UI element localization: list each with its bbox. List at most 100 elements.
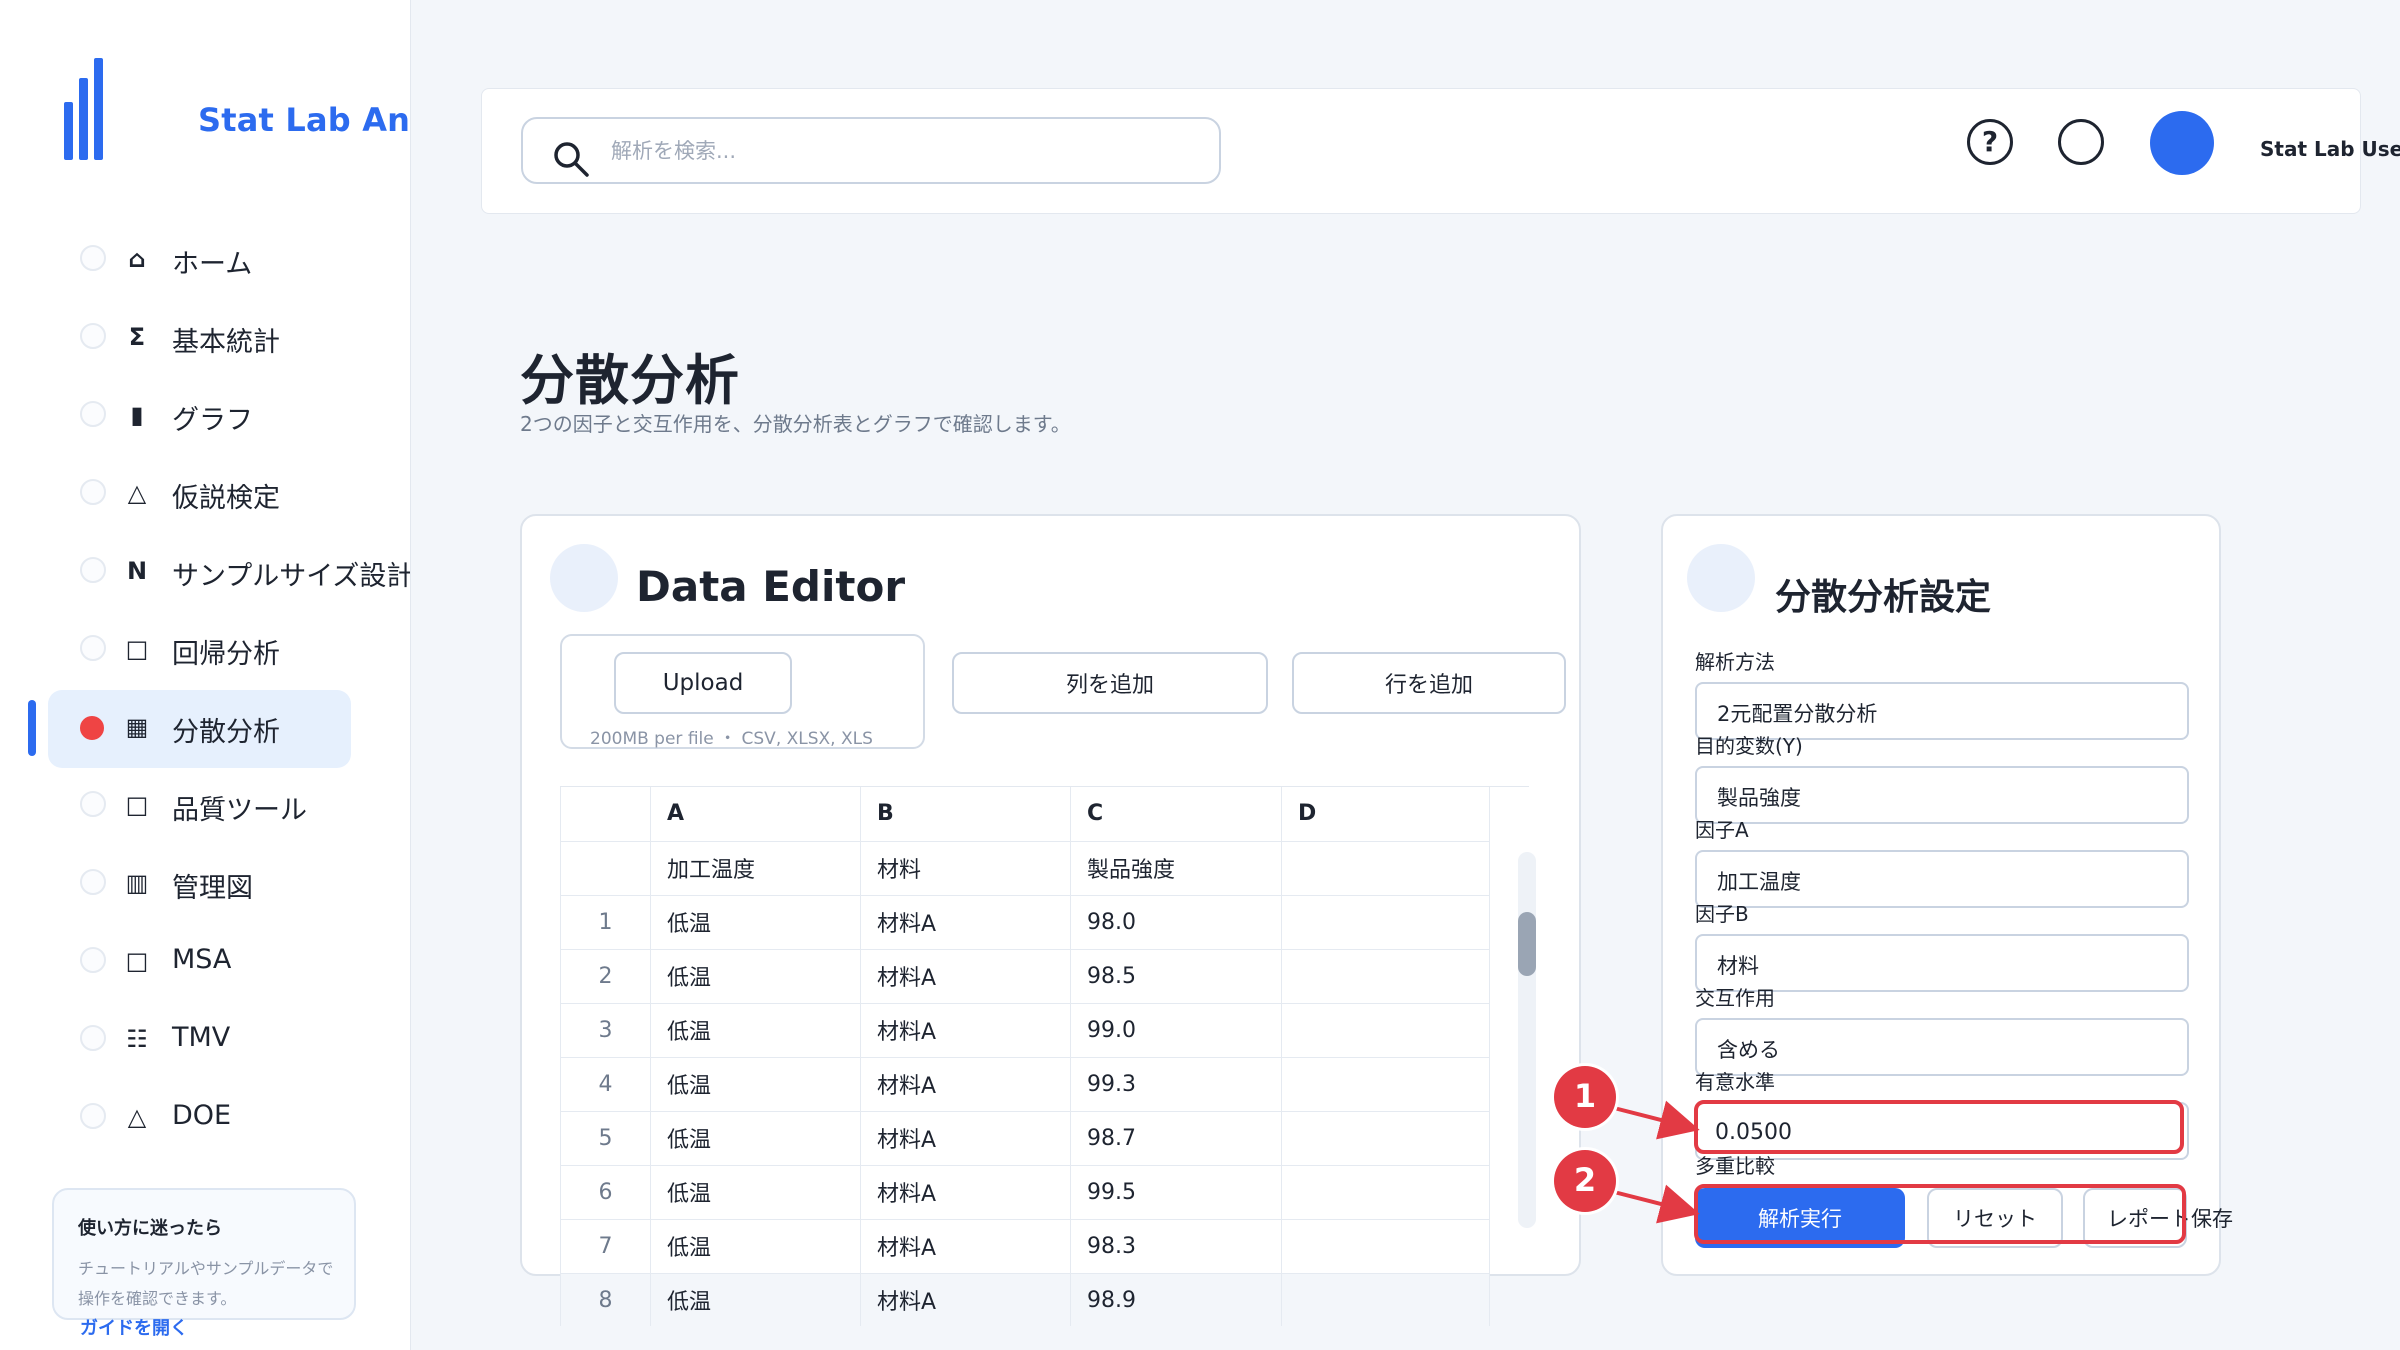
- multiple-comparison-label: 多重比較: [1695, 1154, 1775, 1178]
- table-cell[interactable]: 低温: [650, 1165, 861, 1220]
- alpha-input[interactable]: [1715, 1114, 2155, 1150]
- interaction-value: 含める: [1717, 1038, 1780, 1062]
- sidebar-item-11[interactable]: △ DOE: [48, 1080, 410, 1158]
- grid-scrollbar[interactable]: [1518, 852, 1536, 1228]
- sidebar-item-4[interactable]: N サンプルサイズ設計: [48, 534, 410, 612]
- column-header[interactable]: D: [1281, 787, 1490, 842]
- avatar[interactable]: [2150, 111, 2214, 175]
- table-cell[interactable]: [1281, 1003, 1490, 1058]
- add-column-button[interactable]: 列を追加: [952, 652, 1268, 714]
- save-report-button[interactable]: レポート保存: [2083, 1188, 2233, 1248]
- sidebar-item-8[interactable]: ▥ 管理図: [48, 846, 410, 924]
- table-cell[interactable]: 98.7: [1070, 1111, 1282, 1166]
- column-header[interactable]: A: [650, 787, 861, 842]
- table-cell[interactable]: [1281, 1219, 1490, 1274]
- table-row: 4 低温 材料A 99.3: [560, 1057, 1490, 1112]
- reset-button[interactable]: リセット: [1927, 1188, 2063, 1248]
- table-cell[interactable]: 低温: [650, 1057, 861, 1112]
- sidebar-item-label: TMV: [172, 1022, 231, 1053]
- upload-dropzone[interactable]: Upload 200MB per file ・ CSV, XLSX, XLS: [560, 634, 925, 749]
- notification-icon[interactable]: [2058, 119, 2104, 165]
- upload-button[interactable]: Upload: [614, 652, 792, 714]
- sidebar: Stat Lab Analytics ⌂ ホーム Σ 基本統計 ▮ グラフ △ 仮説検定 N サン…: [0, 0, 411, 1350]
- variable-name-cell[interactable]: [1281, 841, 1490, 896]
- table-cell[interactable]: 低温: [650, 1273, 861, 1326]
- data-editor-title: Data Editor: [636, 562, 906, 611]
- table-cell[interactable]: 低温: [650, 895, 861, 950]
- brand[interactable]: Stat Lab Analytics: [64, 58, 410, 160]
- grid-scroll-thumb[interactable]: [1518, 912, 1536, 976]
- target-label: 目的変数(Y): [1695, 734, 1803, 758]
- target-select[interactable]: 製品強度: [1695, 766, 2189, 824]
- target-value: 製品強度: [1717, 786, 1801, 810]
- table-cell[interactable]: 材料A: [860, 949, 1071, 1004]
- table-cell[interactable]: 材料A: [860, 895, 1071, 950]
- settings-title: 分散分析設定: [1775, 577, 1992, 618]
- sidebar-item-label: 仮説検定: [172, 483, 280, 514]
- sidebar-item-9[interactable]: □ MSA: [48, 924, 410, 1002]
- sidebar-item-2[interactable]: ▮ グラフ: [48, 378, 410, 456]
- guide-link[interactable]: ガイドを開く: [80, 1314, 188, 1340]
- user-name[interactable]: Stat Lab User: [2260, 137, 2400, 161]
- sidebar-item-label: MSA: [172, 944, 232, 975]
- sidebar-item-0[interactable]: ⌂ ホーム: [48, 222, 410, 300]
- help-icon[interactable]: ?: [1967, 119, 2013, 165]
- factor-a-select[interactable]: 加工温度: [1695, 850, 2189, 908]
- table-cell[interactable]: 99.0: [1070, 1003, 1282, 1058]
- search-box[interactable]: [521, 117, 1221, 184]
- table-cell[interactable]: [1281, 1165, 1490, 1220]
- table-cell[interactable]: 低温: [650, 1219, 861, 1274]
- table-cell[interactable]: [1281, 1273, 1490, 1326]
- table-cell[interactable]: 98.5: [1070, 949, 1282, 1004]
- table-cell[interactable]: 98.0: [1070, 895, 1282, 950]
- card-badge-icon: [550, 544, 618, 612]
- sidebar-item-7[interactable]: □ 品質ツール: [48, 768, 410, 846]
- column-header[interactable]: B: [860, 787, 1071, 842]
- sidebar-item-5[interactable]: □ 回帰分析: [48, 612, 410, 690]
- table-cell[interactable]: 低温: [650, 1111, 861, 1166]
- variable-name-cell[interactable]: 製品強度: [1070, 841, 1282, 896]
- brand-logo-icon: [64, 58, 110, 160]
- n-letter-icon: N: [126, 557, 148, 585]
- sidebar-item-6[interactable]: ▦ 分散分析: [28, 690, 351, 768]
- table-cell[interactable]: 低温: [650, 1003, 861, 1058]
- sidebar-item-1[interactable]: Σ 基本統計: [48, 300, 410, 378]
- run-analysis-button[interactable]: 解析実行: [1695, 1188, 1905, 1248]
- status-dot: [80, 323, 106, 349]
- table-cell[interactable]: 材料A: [860, 1273, 1071, 1326]
- variable-name-cell[interactable]: [560, 841, 651, 896]
- table-cell[interactable]: 材料A: [860, 1111, 1071, 1166]
- add-row-button[interactable]: 行を追加: [1292, 652, 1566, 714]
- data-grid[interactable]: ABCD 加工温度 材料 製品強度 1 低温 材料A 98.0 2 低温 材料A 98.5 3 低温 材料…: [560, 786, 1529, 1326]
- bars-icon: ▥: [125, 869, 149, 897]
- table-cell[interactable]: 98.9: [1070, 1273, 1282, 1326]
- sidebar-item-label: 基本統計: [172, 327, 280, 358]
- table-cell[interactable]: [1281, 895, 1490, 950]
- search-input[interactable]: [611, 133, 1191, 169]
- table-cell[interactable]: 99.5: [1070, 1165, 1282, 1220]
- factor-a-value: 加工温度: [1717, 870, 1801, 894]
- variable-name-cell[interactable]: 材料: [860, 841, 1071, 896]
- table-cell[interactable]: [1281, 1057, 1490, 1112]
- sidebar-item-label: ホーム: [172, 249, 253, 280]
- table-cell[interactable]: 99.3: [1070, 1057, 1282, 1112]
- table-cell[interactable]: 材料A: [860, 1165, 1071, 1220]
- row-index: 1: [560, 895, 651, 950]
- triangle-icon: △: [127, 1103, 147, 1131]
- table-cell[interactable]: 98.3: [1070, 1219, 1282, 1274]
- table-cell[interactable]: [1281, 949, 1490, 1004]
- annotation-marker-2: 2: [1554, 1150, 1616, 1212]
- table-cell[interactable]: 材料A: [860, 1003, 1071, 1058]
- table-cell[interactable]: 材料A: [860, 1219, 1071, 1274]
- page-title: 分散分析: [520, 349, 740, 412]
- table-cell[interactable]: [1281, 1111, 1490, 1166]
- table-row: 3 低温 材料A 99.0: [560, 1003, 1490, 1058]
- column-header[interactable]: C: [1070, 787, 1282, 842]
- table-cell[interactable]: 材料A: [860, 1057, 1071, 1112]
- variable-name-cell[interactable]: 加工温度: [650, 841, 861, 896]
- sidebar-item-10[interactable]: ☷ TMV: [48, 1002, 410, 1080]
- column-header[interactable]: [560, 787, 651, 842]
- sidebar-item-3[interactable]: △ 仮説検定: [48, 456, 410, 534]
- table-cell[interactable]: 低温: [650, 949, 861, 1004]
- status-dot: [80, 947, 106, 973]
